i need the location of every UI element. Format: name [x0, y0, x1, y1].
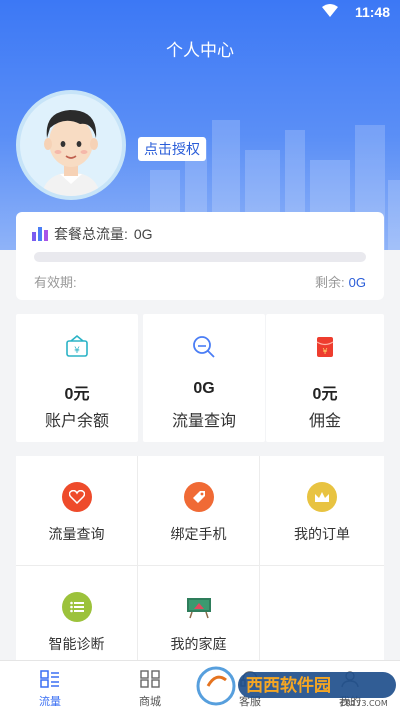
heart-icon [61, 482, 92, 512]
validity-label: 有效期: [34, 275, 77, 290]
menu-item-bind-phone[interactable]: 绑定手机 [138, 456, 260, 566]
authorize-button[interactable]: 点击授权 [138, 137, 206, 161]
list-icon [61, 592, 92, 622]
stat-flow-query[interactable]: 0G 流量查询 [143, 314, 265, 442]
data-usage-progress [34, 252, 366, 262]
menu-label: 绑定手机 [170, 526, 227, 542]
mall-icon [140, 670, 160, 693]
account-balance-label: 账户余额 [44, 413, 109, 430]
status-bar: 11:48 [0, 0, 400, 24]
tag-icon [183, 482, 214, 512]
remaining-value: 0G [348, 275, 366, 290]
tab-mall[interactable]: 商城 [100, 661, 200, 710]
user-avatar-icon [42, 110, 100, 196]
wallet-icon: ¥ [64, 334, 90, 360]
bar-chart-icon [32, 225, 50, 244]
status-time: 11:48 [354, 4, 390, 20]
data-plan-card: 套餐总流量: 0G 有效期: 剩余: 0G [16, 212, 384, 300]
data-plan-title-row: 套餐总流量: 0G [32, 224, 153, 244]
stat-commission[interactable]: ¥ 0元 佣金 [266, 314, 384, 442]
tab-flow[interactable]: 流量 [0, 661, 100, 710]
flow-query-label: 流量查询 [171, 413, 236, 430]
board-icon [184, 592, 214, 622]
commission-label: 佣金 [308, 413, 341, 430]
wifi-icon [322, 4, 338, 21]
search-icon [191, 334, 217, 360]
flow-icon [40, 670, 60, 693]
commission-value: 0元 [312, 386, 338, 403]
remaining-label: 剩余: [315, 275, 345, 290]
svg-text:¥: ¥ [74, 346, 80, 356]
menu-item-my-orders[interactable]: 我的订单 [260, 456, 384, 566]
account-balance-value: 0元 [64, 386, 90, 403]
stat-account-balance[interactable]: ¥ 0元 账户余额 [16, 314, 138, 442]
avatar[interactable] [16, 90, 126, 200]
data-plan-label: 套餐总流量: [54, 226, 128, 242]
red-envelope-icon: ¥ [312, 334, 338, 360]
menu-item-flow-query[interactable]: 流量查询 [16, 456, 138, 566]
watermark-url: CR173.COM [340, 699, 388, 708]
flow-query-value: 0G [193, 380, 215, 397]
page-title: 个人中心 [166, 41, 234, 60]
data-plan-value: 0G [133, 226, 153, 242]
remaining-data: 剩余: 0G [315, 272, 366, 291]
menu-label: 智能诊断 [48, 636, 105, 652]
service-menu-grid: 流量查询 绑定手机 我的订单 智能诊断 我的家庭 [16, 456, 384, 676]
menu-label: 我的家庭 [170, 636, 227, 652]
site-watermark-logo: 西西软件园 CR173.COM [196, 666, 396, 708]
tab-label: 流量 [39, 696, 61, 708]
svg-text:¥: ¥ [322, 347, 327, 356]
menu-label: 流量查询 [48, 526, 105, 542]
crown-icon [307, 482, 337, 512]
tab-label: 商城 [139, 696, 161, 708]
watermark-text: 西西软件园 [246, 675, 331, 696]
menu-label: 我的订单 [294, 526, 350, 542]
